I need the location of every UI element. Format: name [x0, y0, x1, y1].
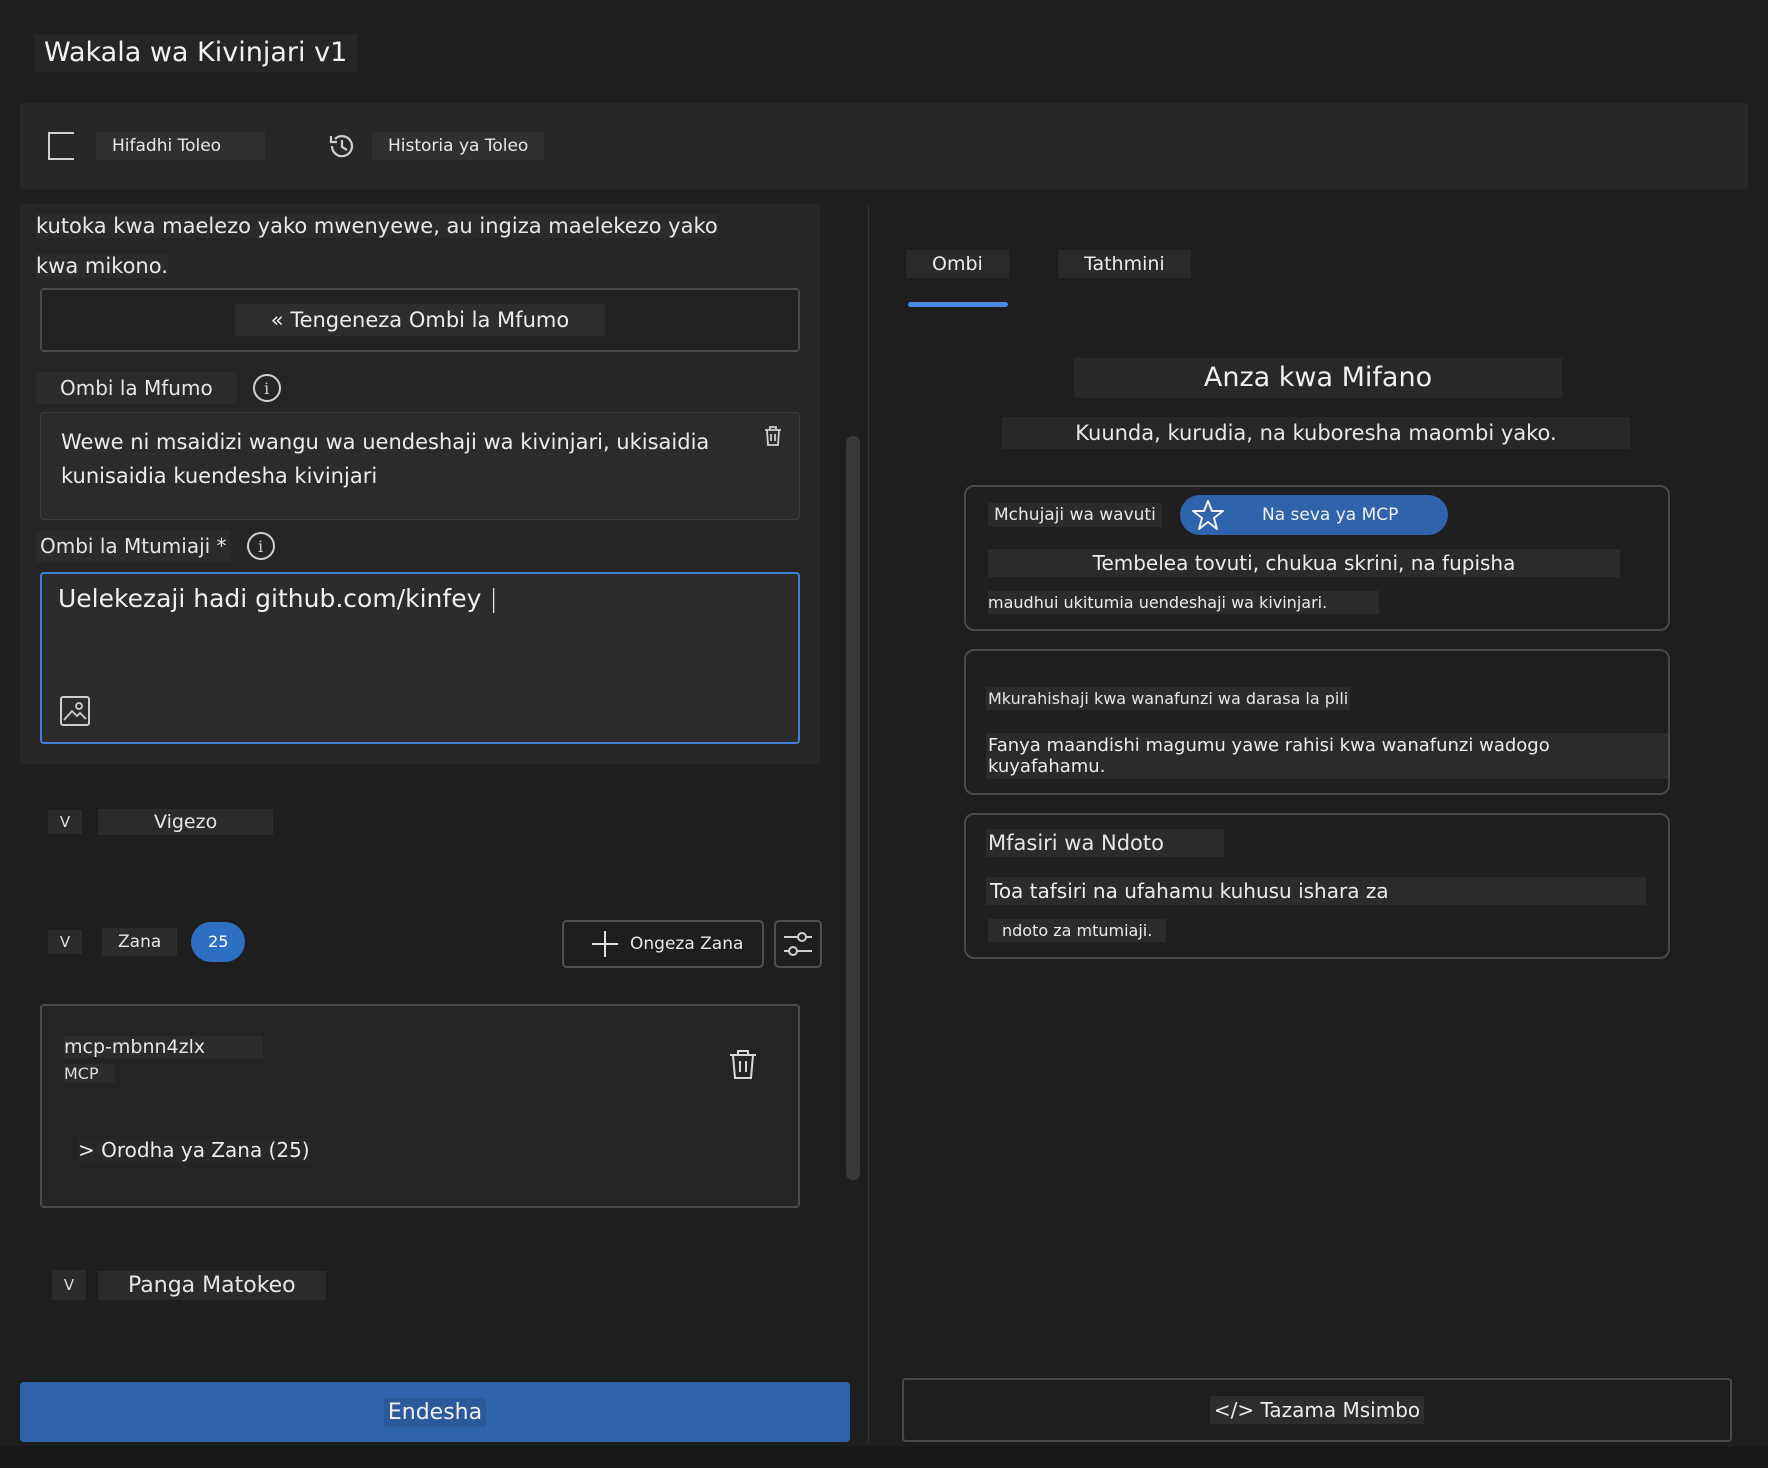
- image-upload-icon[interactable]: [60, 696, 90, 726]
- example-card-title: Mfasiri wa Ndoto: [986, 829, 1224, 857]
- chevron-down-icon: V: [52, 1270, 86, 1300]
- examples-title: Anza kwa Mifano: [1074, 358, 1562, 398]
- delete-icon[interactable]: [728, 1048, 758, 1080]
- system-prompt-line-1: Wewe ni msaidizi wangu wa uendeshaji wa …: [61, 430, 710, 454]
- system-prompt-line-2: kunisaidia kuendesha kivinjari: [61, 464, 378, 488]
- tools-label: Zana: [102, 928, 178, 956]
- history-icon: [329, 135, 354, 158]
- view-code-button[interactable]: </> Tazama Msimbo: [902, 1378, 1732, 1442]
- example-card-description: Fanya maandishi magumu yawe rahisi kwa w…: [986, 733, 1668, 779]
- example-card-simplifier[interactable]: Mkurahishaji kwa wanafunzi wa darasa la …: [964, 649, 1670, 795]
- version-history-button[interactable]: Historia ya Toleo: [326, 131, 545, 161]
- info-icon[interactable]: i: [246, 532, 275, 560]
- save-version-label: Hifadhi Toleo: [96, 132, 266, 160]
- mcp-server-name: mcp-mbnn4zlx: [64, 1036, 264, 1058]
- user-prompt-header: Ombi la Mtumiaji * i: [36, 530, 275, 562]
- active-tab-indicator: [908, 302, 1008, 307]
- add-tool-button[interactable]: Ongeza Zana: [562, 920, 764, 968]
- system-prompt-header: Ombi la Mfumo i: [36, 372, 281, 404]
- scrollbar[interactable]: [846, 436, 860, 1180]
- variables-section-toggle[interactable]: V Vigezo: [48, 809, 274, 835]
- example-card-title: Mkurahishaji kwa wanafunzi wa darasa la …: [986, 687, 1351, 710]
- app-title: Wakala wa Kivinjari v1: [34, 34, 358, 72]
- mcp-server-type: MCP: [64, 1064, 115, 1083]
- example-card-description-2: maudhui ukitumia uendeshaji wa kivinjari…: [988, 591, 1380, 614]
- panel-divider: [868, 204, 869, 1444]
- star-icon: [1192, 500, 1224, 530]
- tool-settings-button[interactable]: [774, 920, 822, 968]
- intro-line-1: kutoka kwa maelezo yako mwenyewe, au ing…: [36, 214, 718, 238]
- intro-line-2: kwa mikono.: [36, 254, 168, 278]
- example-card-dream-interpreter[interactable]: Mfasiri wa Ndoto Toa tafsiri na ufahamu …: [964, 813, 1670, 959]
- run-label: Endesha: [383, 1397, 487, 1427]
- add-tool-label: Ongeza Zana: [630, 934, 744, 954]
- mcp-badge-label: Na seva ya MCP: [1262, 505, 1399, 525]
- variables-label: Vigezo: [98, 809, 274, 835]
- mcp-badge: Na seva ya MCP: [1180, 495, 1448, 535]
- toolbar: Hifadhi Toleo Historia ya Toleo: [20, 103, 1748, 189]
- format-output-toggle[interactable]: V Panga Matokeo: [52, 1270, 326, 1300]
- generate-system-prompt-label: « Tengeneza Ombi la Mfumo: [234, 304, 606, 336]
- mcp-server-card: mcp-mbnn4zlx MCP > Orodha ya Zana (25): [40, 1004, 800, 1208]
- status-strip: [0, 1446, 1768, 1468]
- examples-subtitle: Kuunda, kurudia, na kuboresha maombi yak…: [1002, 417, 1630, 449]
- example-card-description: Tembelea tovuti, chukua skrini, na fupis…: [988, 549, 1620, 577]
- system-prompt-field[interactable]: Wewe ni msaidizi wangu wa uendeshaji wa …: [40, 412, 800, 520]
- example-card-description-2: ndoto za mtumiaji.: [988, 919, 1167, 942]
- user-prompt-input[interactable]: Uelekezaji hadi github.com/kinfey |: [40, 572, 800, 744]
- example-card-title: Mchujaji wa wavuti: [988, 503, 1162, 527]
- save-version-button[interactable]: Hifadhi Toleo: [48, 131, 266, 161]
- tools-section-toggle[interactable]: V Zana 25: [48, 922, 246, 962]
- version-history-label: Historia ya Toleo: [372, 132, 545, 160]
- chevron-down-icon: V: [48, 810, 82, 834]
- format-output-label: Panga Matokeo: [98, 1270, 326, 1300]
- save-icon: [48, 132, 74, 160]
- view-code-label: </> Tazama Msimbo: [1209, 1396, 1425, 1424]
- run-button[interactable]: Endesha: [20, 1382, 850, 1442]
- tools-count-badge: 25: [191, 922, 246, 962]
- sliders-icon: [784, 932, 812, 956]
- system-prompt-label: Ombi la Mfumo: [36, 372, 237, 404]
- user-prompt-value: Uelekezaji hadi github.com/kinfey: [58, 584, 482, 613]
- example-card-web-scraper[interactable]: Mchujaji wa wavuti Na seva ya MCP Tembel…: [964, 485, 1670, 631]
- tab-prompt[interactable]: Ombi: [906, 250, 1009, 278]
- plus-icon: [592, 931, 618, 957]
- user-prompt-label: Ombi la Mtumiaji *: [36, 530, 231, 562]
- intro-text: kutoka kwa maelezo yako mwenyewe, au ing…: [36, 206, 736, 286]
- info-icon[interactable]: i: [252, 374, 281, 402]
- delete-icon[interactable]: [763, 425, 783, 447]
- example-card-description: Toa tafsiri na ufahamu kuhusu ishara za: [986, 877, 1646, 905]
- tool-list-toggle[interactable]: > Orodha ya Zana (25): [78, 1138, 310, 1162]
- tab-evaluation[interactable]: Tathmini: [1058, 250, 1191, 278]
- chevron-down-icon: V: [48, 930, 82, 954]
- generate-system-prompt-button[interactable]: « Tengeneza Ombi la Mfumo: [40, 288, 800, 352]
